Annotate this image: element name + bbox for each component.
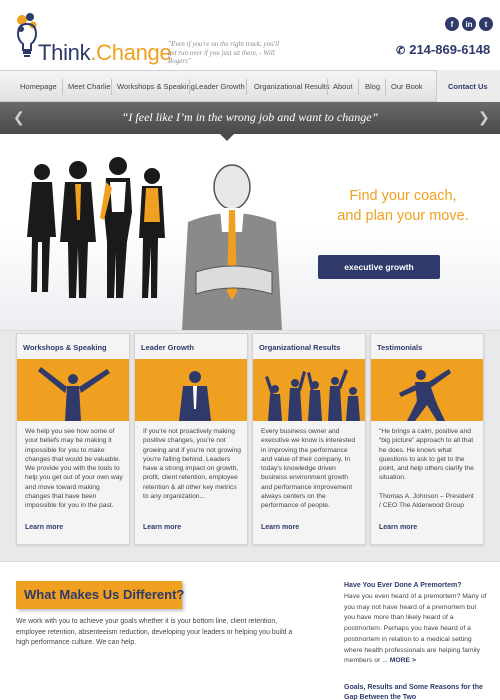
card-title[interactable]: Workshops & Speaking [23,343,107,352]
logo[interactable]: Think.Change [14,12,172,66]
hero-illustration [27,157,282,330]
card-image [135,359,247,421]
logo-wordmark: Think.Change [38,40,172,65]
learn-more-link[interactable]: Learn more [25,524,63,531]
card-title[interactable]: Testimonials [377,343,422,352]
speech-tail [220,134,234,141]
difference-heading: What Makes Us Different? [24,587,185,602]
card-testimonials: Testimonials "He brings a calm, positive… [370,333,484,545]
phone-icon: ✆ [396,45,406,57]
difference-text: We work with you to achieve your goals w… [16,618,293,646]
twitter-icon[interactable]: t [479,17,493,31]
nav-organizational-results[interactable]: Organizational Results [254,82,329,91]
nav-workshops[interactable]: Workshops & Speaking [117,82,195,91]
nav-divider [358,79,359,95]
hero-slider: ❮ “I feel like I’m in the wrong job and … [0,102,500,330]
main-nav: Homepage Meet Charlie Workshops & Speaki… [0,70,500,102]
lightbulb-icon [16,13,38,57]
card-image [371,359,483,421]
facebook-icon[interactable]: f [445,17,459,31]
hero-headline: Find your coach, and plan your move. [337,188,469,224]
card-leader-growth: Leader Growth If you're not proactively … [134,333,248,545]
card-organizational-results: Organizational Results Every business ow… [252,333,366,545]
learn-more-link[interactable]: Learn more [261,524,299,531]
linkedin-icon[interactable]: in [462,17,476,31]
testimonial-quote: "He brings a calm, positive and “big pic… [379,428,474,482]
nav-our-book[interactable]: Our Book [391,82,423,91]
card-title[interactable]: Organizational Results [259,343,340,352]
nav-divider [189,79,190,95]
nav-divider [246,79,247,95]
more-link[interactable]: MORE > [390,657,416,664]
nav-divider [62,79,63,95]
nav-meet-charlie[interactable]: Meet Charlie [68,82,111,91]
nav-about[interactable]: About [333,82,353,91]
card-text: If you're not proactively making positiv… [143,428,241,501]
learn-more-link[interactable]: Learn more [143,524,181,531]
card-text: Every business owner and executive we kn… [261,428,356,510]
card-title[interactable]: Leader Growth [141,343,194,352]
card-workshops: Workshops & Speaking We help you see how… [16,333,130,545]
nav-divider [111,79,112,95]
nav-homepage[interactable]: Homepage [20,82,57,91]
card-text: "He brings a calm, positive and “big pic… [379,427,477,510]
chevron-right-icon[interactable]: ❯ [478,109,490,126]
learn-more-link[interactable]: Learn more [379,524,417,531]
nav-blog[interactable]: Blog [365,82,380,91]
social-links: f in t [445,17,493,31]
blog-post-excerpt: Have you even heard of a premortem? Many… [344,593,487,665]
hero-quote: “I feel like I’m in the wrong job and wa… [121,110,379,124]
hero-quote-bar: ❮ “I feel like I’m in the wrong job and … [0,102,500,134]
header-quote: "Even if you're on the right track, you'… [168,40,280,65]
card-text: We help you see how some of your beliefs… [25,428,123,510]
card-image [253,359,365,421]
nav-divider [385,79,386,95]
difference-heading-box: What Makes Us Different? [16,581,185,609]
nav-contact-us[interactable]: Contact Us [436,70,500,102]
testimonial-author: Thomas A. Johnson – President / CEO The … [379,492,474,510]
blog-post-title[interactable]: Have You Ever Done A Premortem? [344,582,461,589]
blog-post-title[interactable]: Goals, Results and Some Reasons for the … [344,683,494,700]
site-header: Think.Change "Even if you're on the righ… [0,0,500,70]
executive-growth-button[interactable]: executive growth [318,255,440,279]
phone-number[interactable]: ✆ 214-869-6148 [396,42,490,57]
nav-leader-growth[interactable]: Leader Growth [195,82,245,91]
nav-divider [327,79,328,95]
card-image [17,359,129,421]
